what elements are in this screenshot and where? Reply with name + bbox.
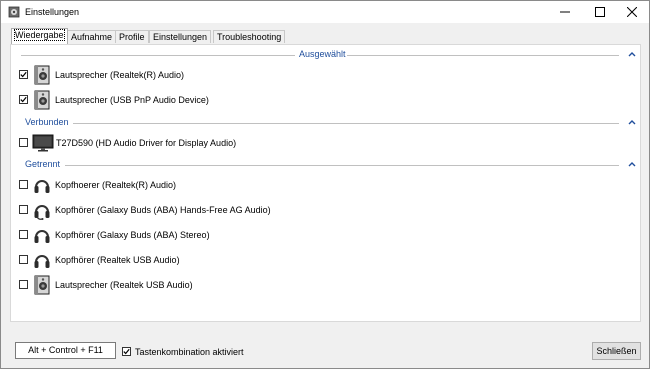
settings-window: Einstellungen Wiedergabe Aufnahme Profil… [0,0,650,369]
tab-aufnahme[interactable]: Aufnahme [67,30,117,43]
device-label: Kopfhoerer (Realtek(R) Audio) [55,180,177,190]
device-checkbox[interactable] [19,138,28,147]
speaker-app-icon [8,6,20,18]
device-row[interactable]: Lautsprecher (Realtek(R) Audio) [19,64,619,86]
device-row[interactable]: Lautsprecher (USB PnP Audio Device) [19,89,619,111]
close-button[interactable]: Schließen [592,342,641,360]
chevron-up-icon[interactable] [628,161,636,167]
group-header-disconnected[interactable]: Getrennt [11,159,642,171]
device-checkbox[interactable] [19,180,28,189]
divider [21,55,295,56]
tab-wiedergabe[interactable]: Wiedergabe [11,28,68,44]
speaker-icon [34,90,50,110]
device-list: Ausgewählt Lautsprecher (Realtek(R) Audi… [10,44,641,322]
device-checkbox[interactable] [19,255,28,264]
device-checkbox[interactable] [19,230,28,239]
tab-label: Einstellungen [153,32,208,42]
hotkey-field[interactable]: Alt + Control + F11 [15,342,116,359]
tab-troubleshooting[interactable]: Troubleshooting [213,30,286,43]
group-label: Verbunden [24,117,70,127]
group-header-selected[interactable]: Ausgewählt [11,49,642,61]
checkmark-icon [123,348,130,355]
monitor-icon [32,134,54,152]
headphones-icon [34,230,50,243]
device-checkbox[interactable] [19,70,28,79]
divider [73,123,619,124]
divider [65,165,619,166]
maximize-button[interactable] [583,1,617,23]
device-label: Kopfhörer (Realtek USB Audio) [55,255,180,265]
group-header-connected[interactable]: Verbunden [11,117,642,129]
tab-label: Aufnahme [71,32,113,42]
headset-icon [34,205,50,220]
headphones-icon [34,180,50,193]
device-checkbox[interactable] [19,280,28,289]
maximize-icon [595,7,605,17]
title-bar[interactable]: Einstellungen [1,1,649,23]
divider [347,55,619,56]
window-title: Einstellungen [25,7,80,17]
hotkey-enabled-checkbox[interactable] [122,347,131,356]
device-label: Lautsprecher (Realtek(R) Audio) [55,70,185,80]
close-icon [627,7,637,17]
device-row[interactable]: Kopfhörer (Galaxy Buds (ABA) Hands-Free … [19,199,619,221]
tab-einstellungen[interactable]: Einstellungen [149,30,212,43]
tab-profile[interactable]: Profile [115,30,149,43]
tab-label: Wiedergabe [14,29,65,41]
close-window-button[interactable] [615,1,649,23]
device-row[interactable]: Kopfhoerer (Realtek(R) Audio) [19,174,619,196]
minimize-icon [560,11,570,13]
device-checkbox[interactable] [19,205,28,214]
device-label: Kopfhörer (Galaxy Buds (ABA) Hands-Free … [55,205,271,215]
speaker-icon [34,65,50,85]
device-label: T27D590 (HD Audio Driver for Display Aud… [56,138,237,148]
device-row[interactable]: T27D590 (HD Audio Driver for Display Aud… [19,132,619,154]
hotkey-enabled-label: Tastenkombination aktiviert [135,347,244,357]
device-row[interactable]: Kopfhörer (Galaxy Buds (ABA) Stereo) [19,224,619,246]
device-row[interactable]: Lautsprecher (Realtek USB Audio) [19,274,619,296]
checkmark-icon [20,96,27,103]
device-label: Lautsprecher (Realtek USB Audio) [55,280,193,290]
device-label: Kopfhörer (Galaxy Buds (ABA) Stereo) [55,230,210,240]
device-label: Lautsprecher (USB PnP Audio Device) [55,95,209,105]
headphones-icon [34,255,50,268]
tab-label: Profile [119,32,145,42]
device-checkbox[interactable] [19,95,28,104]
chevron-up-icon[interactable] [628,51,636,57]
speaker-icon [34,275,50,295]
group-label: Ausgewählt [298,49,347,59]
device-row[interactable]: Kopfhörer (Realtek USB Audio) [19,249,619,271]
group-label: Getrennt [24,159,62,169]
minimize-button[interactable] [548,1,582,23]
tab-label: Troubleshooting [217,32,282,42]
chevron-up-icon[interactable] [628,119,636,125]
checkmark-icon [20,71,27,78]
